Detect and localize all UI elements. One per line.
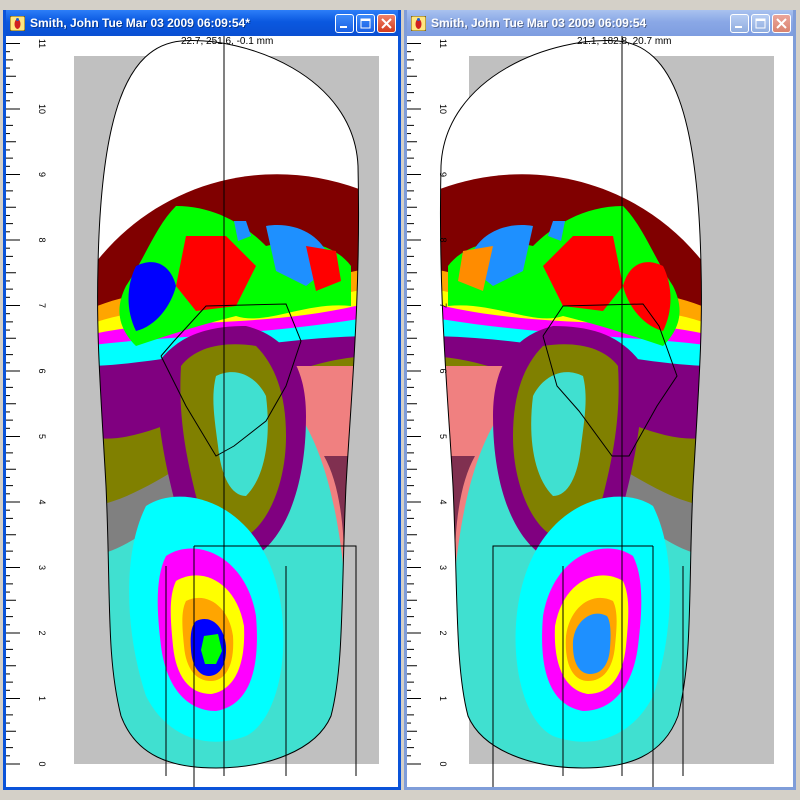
minimize-button[interactable] [730, 13, 749, 33]
ruler-label: 9 [37, 172, 47, 177]
ruler-label: 1 [438, 696, 448, 701]
title-bar[interactable]: Smith, John Tue Mar 03 2009 06:09:54 [407, 10, 793, 36]
ruler-label: 7 [37, 303, 47, 308]
ruler-label: 8 [438, 237, 448, 242]
close-button[interactable] [377, 13, 396, 33]
ruler-label: 5 [438, 434, 448, 439]
ruler-label: 7 [438, 303, 448, 308]
window-title: Smith, John Tue Mar 03 2009 06:09:54* [30, 16, 250, 30]
vertical-ruler: 0 1 2 3 4 5 6 7 8 9 10 11 [6, 39, 47, 767]
minimize-icon [340, 25, 347, 28]
maximize-button[interactable] [751, 13, 770, 33]
close-icon [381, 17, 392, 29]
foot-pressure-map[interactable]: 0 1 2 3 4 5 6 7 8 9 10 11 [407, 36, 793, 787]
status-bar [0, 790, 800, 800]
ruler-label: 11 [37, 39, 47, 48]
pressure-map-area[interactable]: 22.7, 251.6, -0.1 mm 0 1 2 3 4 5 6 7 8 9… [6, 36, 398, 787]
ruler-label: 2 [37, 630, 47, 635]
minimize-icon [735, 25, 742, 28]
foot-pressure-map[interactable]: 0 1 2 3 4 5 6 7 8 9 10 11 [6, 36, 398, 787]
maximize-button[interactable] [356, 13, 375, 33]
foot-scan-app-icon [411, 15, 426, 31]
pressure-map-area[interactable]: 21.1, 182.8, 20.7 mm 0 1 2 3 4 5 6 7 8 9… [407, 36, 793, 787]
ruler-label: 9 [438, 172, 448, 177]
scan-window-right[interactable]: Smith, John Tue Mar 03 2009 06:09:54 21.… [404, 10, 796, 790]
window-title: Smith, John Tue Mar 03 2009 06:09:54 [431, 16, 647, 30]
close-button[interactable] [772, 13, 791, 33]
ruler-label: 6 [37, 368, 47, 373]
title-bar[interactable]: Smith, John Tue Mar 03 2009 06:09:54* [6, 10, 398, 36]
ruler-label: 3 [37, 565, 47, 570]
ruler-label: 6 [438, 368, 448, 373]
vertical-ruler: 0 1 2 3 4 5 6 7 8 9 10 11 [407, 39, 448, 767]
foot-scan-app-icon [10, 15, 25, 31]
ruler-label: 2 [438, 630, 448, 635]
coordinate-readout: 21.1, 182.8, 20.7 mm [577, 36, 672, 47]
ruler-label: 10 [438, 104, 448, 114]
ruler-label: 4 [37, 499, 47, 504]
ruler-label: 1 [37, 696, 47, 701]
ruler-label: 3 [438, 565, 448, 570]
maximize-icon [755, 18, 766, 28]
minimize-button[interactable] [335, 13, 354, 33]
ruler-label: 5 [37, 434, 47, 439]
ruler-label: 0 [37, 761, 47, 766]
close-icon [776, 17, 787, 29]
coordinate-readout: 22.7, 251.6, -0.1 mm [181, 36, 274, 47]
ruler-label: 0 [438, 761, 448, 766]
maximize-icon [360, 18, 371, 28]
ruler-label: 11 [438, 39, 448, 48]
ruler-label: 8 [37, 237, 47, 242]
ruler-label: 10 [37, 104, 47, 114]
scan-window-left[interactable]: Smith, John Tue Mar 03 2009 06:09:54* 22… [3, 10, 401, 790]
ruler-label: 4 [438, 499, 448, 504]
